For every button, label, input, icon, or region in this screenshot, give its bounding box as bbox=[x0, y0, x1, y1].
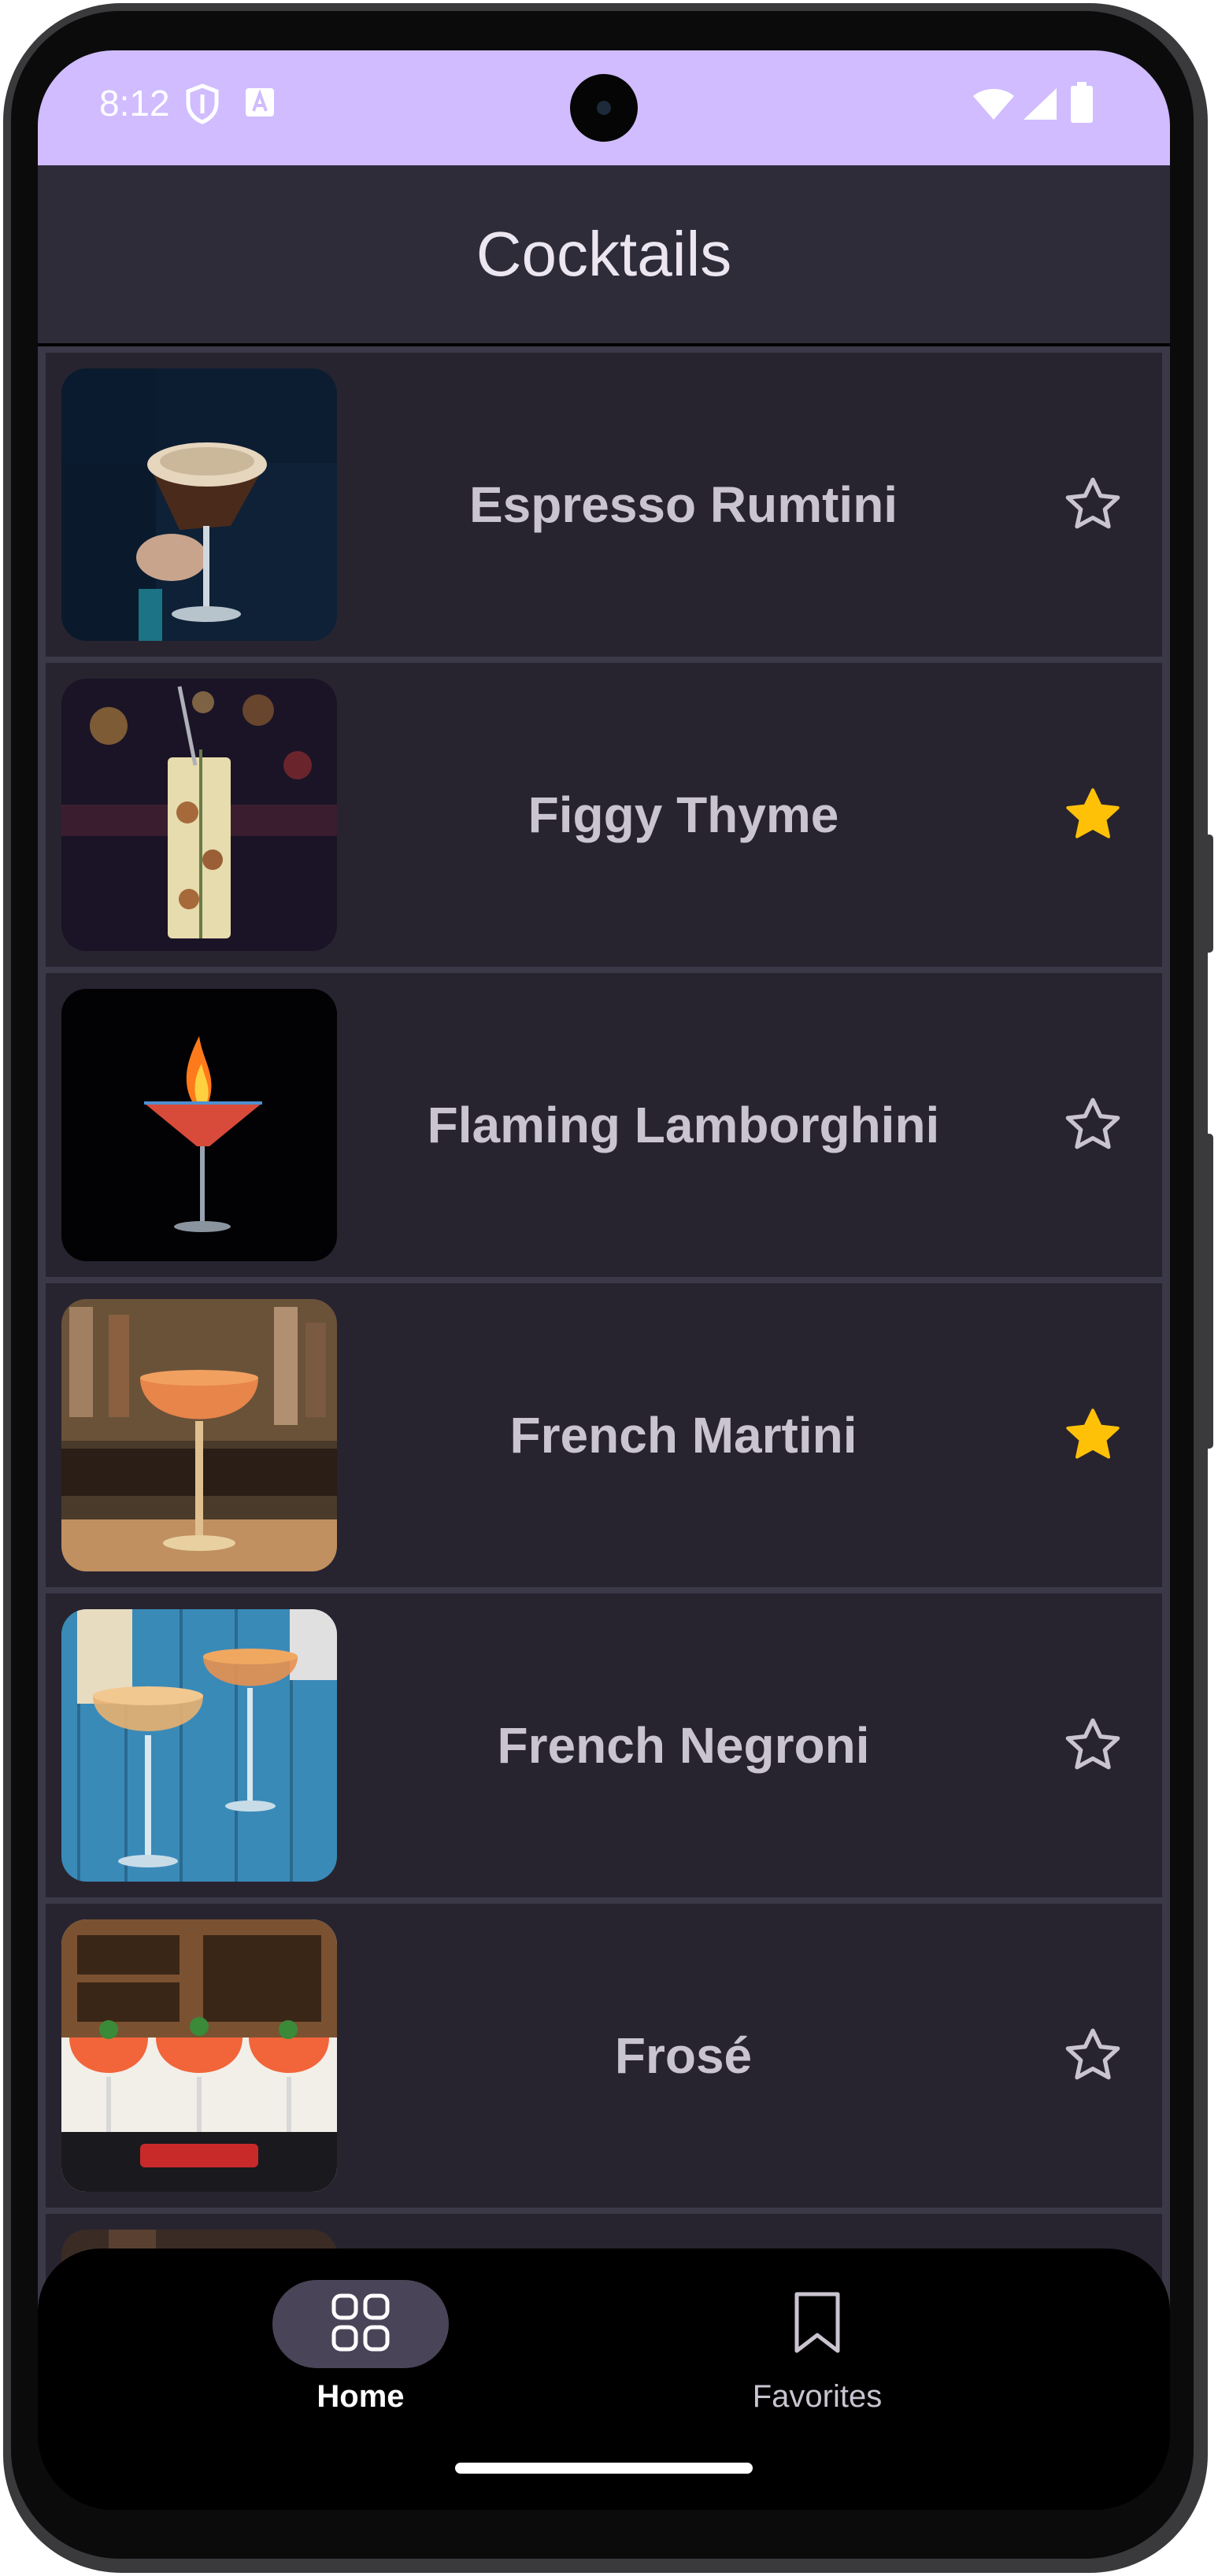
battery-icon bbox=[1071, 82, 1093, 127]
cocktail-name: French Negroni bbox=[497, 1717, 870, 1774]
list-item[interactable]: French Negroni bbox=[46, 1593, 1162, 1897]
screen: 8:12 Cocktails Espresso Rumtini Figgy Th… bbox=[38, 50, 1170, 2510]
cocktail-name: Espresso Rumtini bbox=[468, 476, 898, 533]
star-outline-icon[interactable] bbox=[1061, 1094, 1124, 1157]
cocktail-image bbox=[61, 368, 337, 641]
power-button bbox=[1205, 1134, 1213, 1449]
bookmark-icon bbox=[792, 2291, 842, 2358]
list-item[interactable]: Frosé bbox=[46, 1904, 1162, 2208]
star-outline-icon[interactable] bbox=[1061, 2024, 1124, 2087]
cocktail-image bbox=[61, 1299, 337, 1571]
nav-item-favorites[interactable]: Favorites bbox=[660, 2280, 975, 2437]
grid-icon bbox=[329, 2291, 392, 2358]
wifi-icon bbox=[972, 87, 1016, 125]
signal-icon bbox=[1022, 87, 1058, 125]
nav-label-home: Home bbox=[317, 2379, 405, 2414]
top-app-bar: Cocktails bbox=[38, 165, 1170, 343]
cocktail-name: Frosé bbox=[614, 2027, 753, 2084]
star-outline-icon[interactable] bbox=[1061, 1714, 1124, 1777]
cocktail-image bbox=[61, 989, 337, 1261]
page-title: Cocktails bbox=[476, 219, 732, 289]
status-bar: 8:12 bbox=[38, 50, 1170, 165]
cocktail-image bbox=[61, 679, 337, 951]
list-item[interactable]: Espresso Rumtini bbox=[46, 353, 1162, 657]
nav-item-home[interactable]: Home bbox=[203, 2280, 518, 2437]
list-item[interactable]: Figgy Thyme bbox=[46, 663, 1162, 967]
font-a-icon bbox=[244, 87, 276, 122]
star-outline-icon[interactable] bbox=[1061, 473, 1124, 536]
star-filled-icon[interactable] bbox=[1061, 783, 1124, 846]
star-filled-icon[interactable] bbox=[1061, 1404, 1124, 1467]
nav-label-favorites: Favorites bbox=[752, 2379, 883, 2414]
list-item[interactable]: Flaming Lamborghini bbox=[46, 973, 1162, 1277]
status-time: 8:12 bbox=[99, 83, 170, 124]
front-camera bbox=[570, 74, 638, 142]
list-item[interactable]: French Martini bbox=[46, 1283, 1162, 1587]
volume-button bbox=[1205, 835, 1213, 953]
nav-pill bbox=[272, 2280, 449, 2368]
cocktail-image bbox=[61, 1609, 337, 1882]
cocktail-name: Flaming Lamborghini bbox=[427, 1097, 940, 1153]
cocktail-name: Figgy Thyme bbox=[528, 786, 839, 843]
cocktail-image bbox=[61, 1919, 337, 2192]
home-indicator[interactable] bbox=[455, 2463, 753, 2474]
cocktail-name: French Martini bbox=[509, 1407, 857, 1464]
nav-pill bbox=[729, 2280, 905, 2368]
cocktail-list[interactable]: Espresso Rumtini Figgy Thyme Flaming Lam… bbox=[38, 346, 1170, 2315]
shield-icon bbox=[184, 83, 220, 128]
